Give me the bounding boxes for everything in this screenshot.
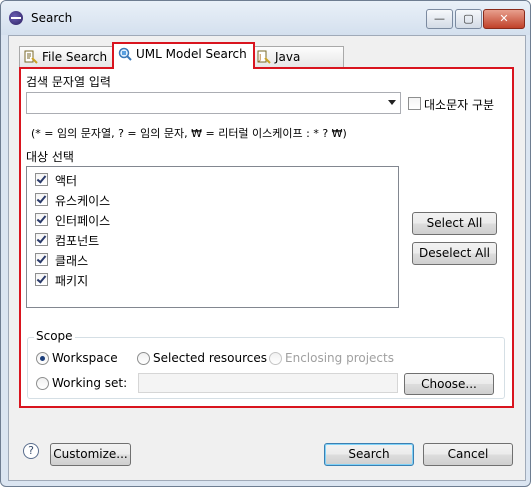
help-icon[interactable]: ?: [23, 443, 39, 459]
dropdown-arrow-icon[interactable]: [388, 100, 396, 105]
package-label: 패키지: [55, 274, 89, 288]
tab-file-search[interactable]: File Search: [19, 46, 121, 67]
class-label: 클래스: [55, 254, 89, 268]
choose-button[interactable]: Choose...: [404, 373, 494, 395]
tab-label: File Search: [42, 50, 108, 64]
scope-label: Scope: [34, 329, 75, 343]
actor-checkbox[interactable]: [35, 173, 48, 186]
search-hint: (* = 임의 문자열, ? = 임의 문자, ₩ = 리터럴 이스케이프 : …: [31, 127, 347, 140]
title-bar: Search — ▢ ✕: [1, 1, 530, 35]
search-dialog: Search — ▢ ✕ File Search UML Model Searc…: [0, 0, 531, 487]
package-checkbox[interactable]: [35, 273, 48, 286]
selected-resources-radio[interactable]: [137, 352, 150, 365]
usecase-checkbox[interactable]: [35, 193, 48, 206]
customize-button[interactable]: Customize...: [50, 443, 131, 466]
minimize-button[interactable]: —: [426, 9, 453, 29]
target-select-label: 대상 선택: [26, 150, 74, 164]
case-sensitive-label: 대소문자 구분: [424, 98, 495, 112]
scope-group: Scope Workspace Selected resources Enclo…: [27, 329, 505, 399]
actor-label: 액터: [55, 174, 78, 188]
cancel-button[interactable]: Cancel: [423, 443, 513, 466]
selected-resources-label: Selected resources: [153, 351, 267, 365]
tab-java-search[interactable]: J Java Search: [252, 46, 344, 84]
deselect-all-button[interactable]: Deselect All: [412, 242, 497, 265]
workspace-label: Workspace: [52, 351, 118, 365]
tab-label: UML Model Search: [136, 47, 247, 61]
maximize-button[interactable]: ▢: [455, 9, 482, 29]
target-list: 액터 유스케이스 인터페이스 컴포넌트 클래스 패키지: [26, 166, 399, 308]
enclosing-projects-radio[interactable]: [269, 352, 282, 365]
uml-search-icon: [118, 47, 132, 61]
class-checkbox[interactable]: [35, 253, 48, 266]
component-label: 컴포넌트: [55, 234, 100, 248]
search-string-combo[interactable]: [26, 92, 401, 114]
interface-checkbox[interactable]: [35, 213, 48, 226]
search-button[interactable]: Search: [324, 443, 414, 466]
working-set-label: Working set:: [52, 376, 128, 390]
interface-label: 인터페이스: [55, 214, 111, 228]
component-checkbox[interactable]: [35, 233, 48, 246]
enclosing-projects-label: Enclosing projects: [285, 351, 394, 365]
java-search-icon: J: [257, 50, 271, 64]
dialog-client-area: File Search UML Model Search J Java Sear…: [8, 35, 526, 481]
working-set-field[interactable]: [138, 373, 398, 393]
uml-search-panel: 검색 문자열 입력 대소문자 구분 (* = 임의 문자열, ? = 임의 문자…: [19, 67, 514, 408]
usecase-label: 유스케이스: [55, 194, 111, 208]
workspace-radio[interactable]: [36, 352, 49, 365]
case-sensitive-checkbox[interactable]: [408, 97, 421, 110]
working-set-radio[interactable]: [36, 377, 49, 390]
eclipse-icon: [9, 11, 23, 25]
tab-uml-model-search[interactable]: UML Model Search: [112, 42, 255, 69]
search-string-label: 검색 문자열 입력: [26, 75, 111, 89]
file-search-icon: [24, 50, 38, 64]
svg-text:J: J: [258, 53, 261, 62]
window-title: Search: [31, 11, 73, 25]
close-button[interactable]: ✕: [483, 9, 525, 29]
select-all-button[interactable]: Select All: [412, 212, 497, 235]
